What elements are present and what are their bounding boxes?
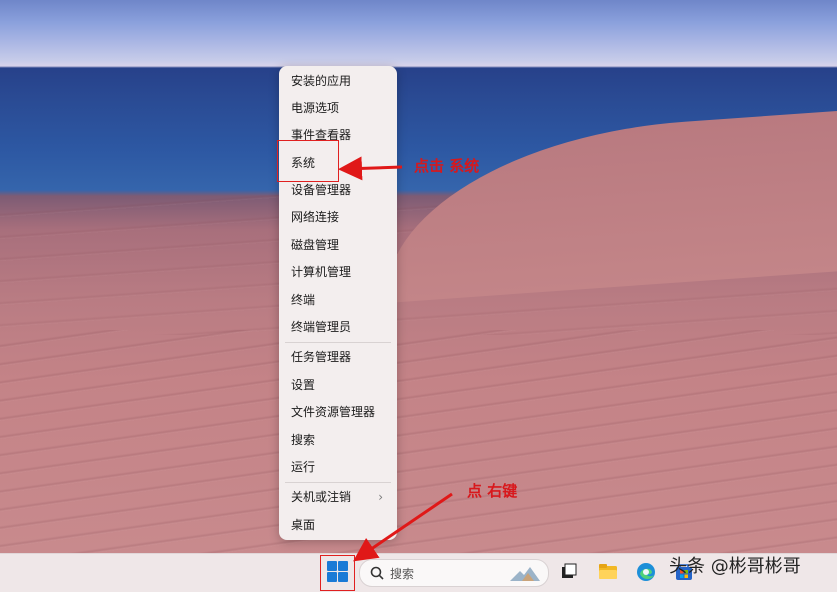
menu-item-label: 终端 [291,293,316,307]
menu-item-label: 关机或注销 [291,490,352,504]
menu-item-label: 设置 [291,378,316,392]
menu-item-label: 电源选项 [291,101,340,115]
menu-item-label: 搜索 [291,433,316,447]
menu-item-search[interactable]: 搜索 [279,427,397,453]
search-icon [370,566,384,580]
menu-item-terminal-admin[interactable]: 终端管理员 [279,314,397,340]
task-view-icon[interactable] [559,562,579,582]
menu-item-shutdown-signout[interactable]: 关机或注销 › [279,484,397,510]
search-placeholder: 搜索 [390,567,415,581]
menu-item-label: 终端管理员 [291,320,352,334]
menu-item-label: 设备管理器 [291,183,352,197]
search-highlight-icon [510,567,540,581]
highlight-box-system [277,140,339,182]
start-context-menu: 安装的应用 电源选项 事件查看器 系统 设备管理器 网络连接 磁盘管理 计算机管… [279,66,397,540]
sand-dune-right [375,107,837,303]
file-explorer-icon[interactable] [598,562,618,582]
menu-item-installed-apps[interactable]: 安装的应用 [279,68,397,94]
menu-item-label: 网络连接 [291,210,340,224]
menu-separator [285,342,391,343]
annotation-right-click: 点 右键 [467,482,518,500]
menu-item-label: 桌面 [291,518,316,532]
taskbar-search-box[interactable]: 搜索 [359,559,549,587]
menu-item-desktop[interactable]: 桌面 [279,512,397,538]
sand-ripples-lower [0,330,837,553]
menu-item-label: 文件资源管理器 [291,405,376,419]
menu-item-run[interactable]: 运行 [279,454,397,480]
menu-item-disk-management[interactable]: 磁盘管理 [279,232,397,258]
chevron-right-icon: › [378,490,383,504]
edge-icon[interactable] [636,562,656,582]
menu-item-label: 任务管理器 [291,350,352,364]
menu-item-computer-management[interactable]: 计算机管理 [279,259,397,285]
menu-separator [285,482,391,483]
menu-item-terminal[interactable]: 终端 [279,287,397,313]
menu-item-label: 计算机管理 [291,265,352,279]
menu-item-file-explorer[interactable]: 文件资源管理器 [279,399,397,425]
watermark-text: 头条 @彬哥彬哥 [669,556,801,577]
menu-item-power-options[interactable]: 电源选项 [279,95,397,121]
menu-item-task-manager[interactable]: 任务管理器 [279,344,397,370]
menu-item-label: 运行 [291,460,316,474]
menu-item-settings[interactable]: 设置 [279,372,397,398]
desktop-wallpaper [0,0,837,553]
annotation-click-system: 点击 系统 [414,157,480,175]
menu-item-network-connections[interactable]: 网络连接 [279,204,397,230]
windows-logo-icon[interactable] [327,561,349,583]
menu-item-label: 安装的应用 [291,74,352,88]
menu-item-label: 磁盘管理 [291,238,340,252]
